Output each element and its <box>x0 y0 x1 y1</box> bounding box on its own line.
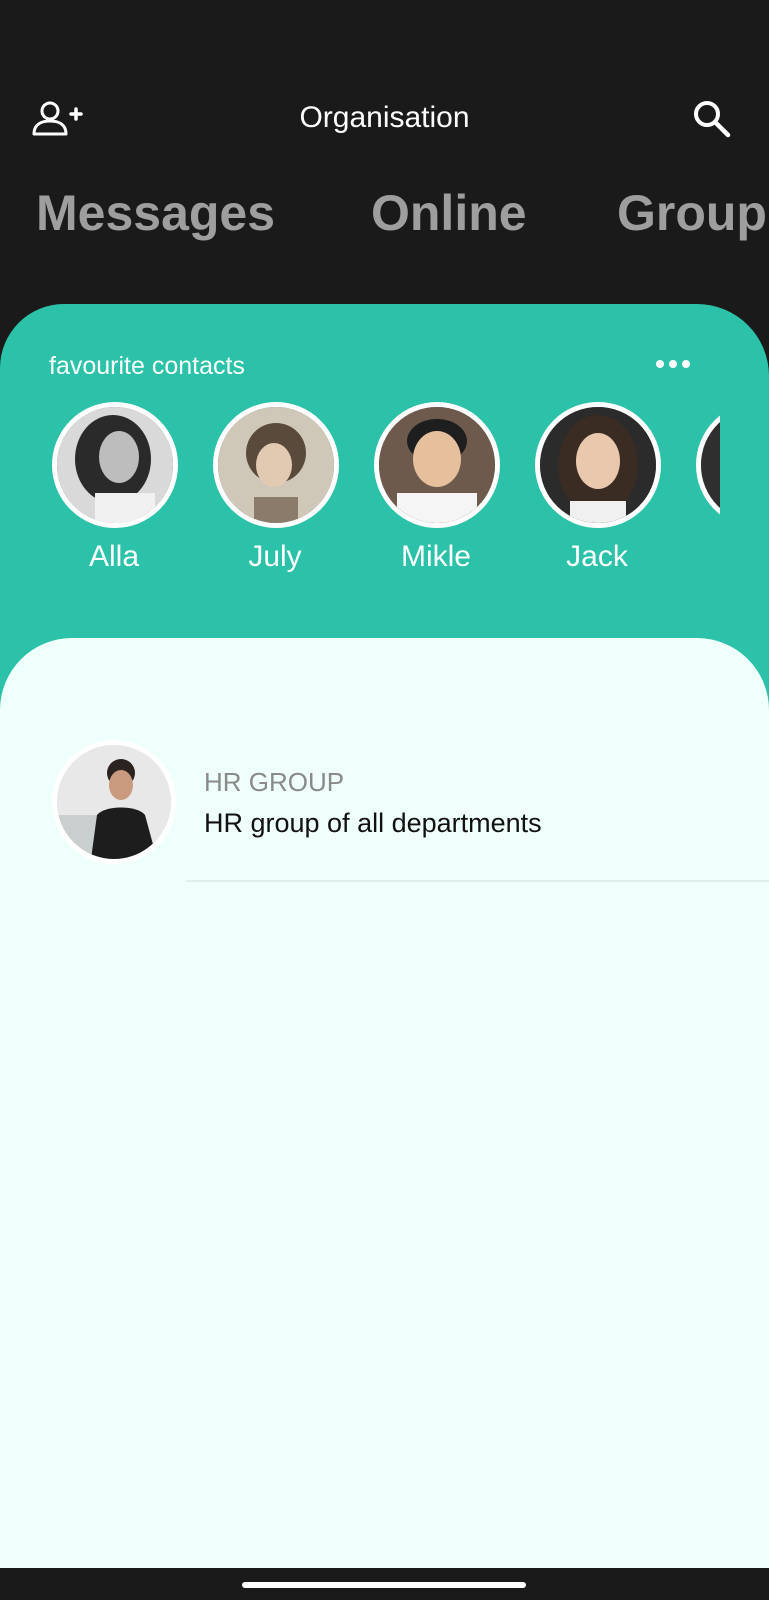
system-nav-bar <box>0 1568 769 1600</box>
contact-name: Mikle <box>400 540 471 573</box>
list-item[interactable]: HR GROUP HR group of all departments <box>0 740 769 882</box>
group-description: HR group of all departments <box>204 808 542 838</box>
home-indicator[interactable] <box>242 1582 526 1588</box>
avatar <box>535 402 661 528</box>
avatar <box>52 740 176 864</box>
tab-messages[interactable]: Messages <box>36 182 275 244</box>
search-icon[interactable] <box>692 99 732 139</box>
page-title: Organisation <box>299 101 470 134</box>
contact-name: July <box>248 540 302 573</box>
app-header: Organisation Messages Online Group <box>0 0 769 306</box>
group-title: HR GROUP <box>204 767 345 797</box>
tab-online[interactable]: Online <box>371 182 527 244</box>
avatar <box>696 402 720 528</box>
favourite-contacts-label: favourite contacts <box>49 352 245 380</box>
group-list-panel: HR GROUP HR group of all departments <box>0 638 769 1570</box>
avatar <box>374 402 500 528</box>
contact-name: Alla <box>88 540 140 573</box>
contact-name: Jack <box>566 540 628 573</box>
tab-group[interactable]: Group <box>617 182 767 244</box>
favourite-contacts-list: Alla July Mikle Jack <box>0 402 720 592</box>
avatar <box>52 402 178 528</box>
divider <box>186 880 769 882</box>
more-horizontal-icon[interactable] <box>655 356 691 372</box>
avatar <box>213 402 339 528</box>
